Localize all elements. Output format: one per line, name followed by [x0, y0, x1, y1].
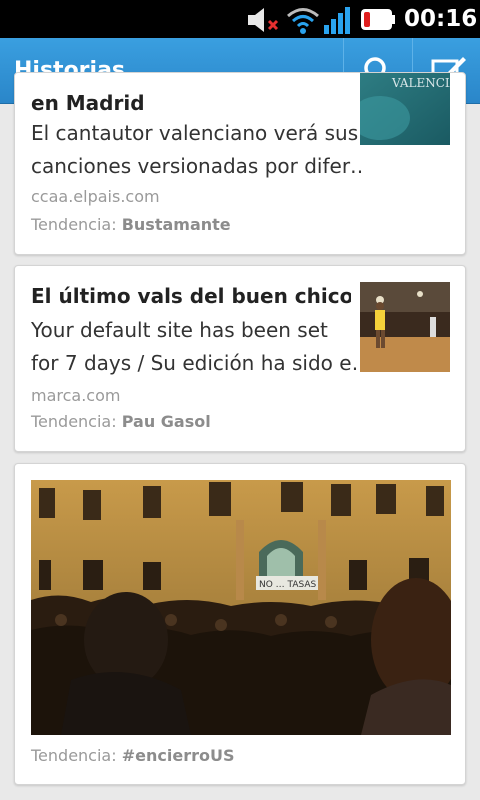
story-source: ccaa.elpais.com: [31, 187, 160, 206]
story-summary: El cantautor valenciano verá sus cancion…: [31, 121, 361, 178]
story-thumbnail[interactable]: VALENCIANA: [360, 73, 450, 145]
thumb-text: VALENCIANA: [391, 76, 450, 90]
story-card[interactable]: El último vals del buen chico Your defau…: [14, 265, 466, 452]
story-image[interactable]: NO … TASAS: [31, 480, 451, 735]
wifi-icon: [287, 8, 319, 34]
story-card[interactable]: en Madrid El cantautor valenciano verá s…: [14, 72, 466, 255]
story-source: marca.com: [31, 386, 121, 405]
battery-icon: [361, 9, 395, 30]
story-card[interactable]: NO … TASAS Tendencia: #encierroUS: [14, 463, 466, 785]
status-time: 00:16: [404, 6, 478, 32]
story-summary: Your default site has been set for 7 day…: [31, 318, 361, 375]
story-trend: Tendencia: Pau Gasol: [31, 412, 211, 431]
story-thumbnail[interactable]: [360, 282, 450, 372]
status-bar: 00:16: [0, 0, 480, 38]
story-title: El último vals del buen chico: [31, 284, 351, 308]
banner-text: NO … TASAS: [259, 580, 317, 590]
mute-icon: [248, 8, 279, 32]
signal-icon: [324, 7, 350, 34]
story-trend: Tendencia: #encierroUS: [31, 746, 235, 765]
story-trend: Tendencia: Bustamante: [31, 215, 231, 234]
story-title: en Madrid: [31, 91, 145, 115]
